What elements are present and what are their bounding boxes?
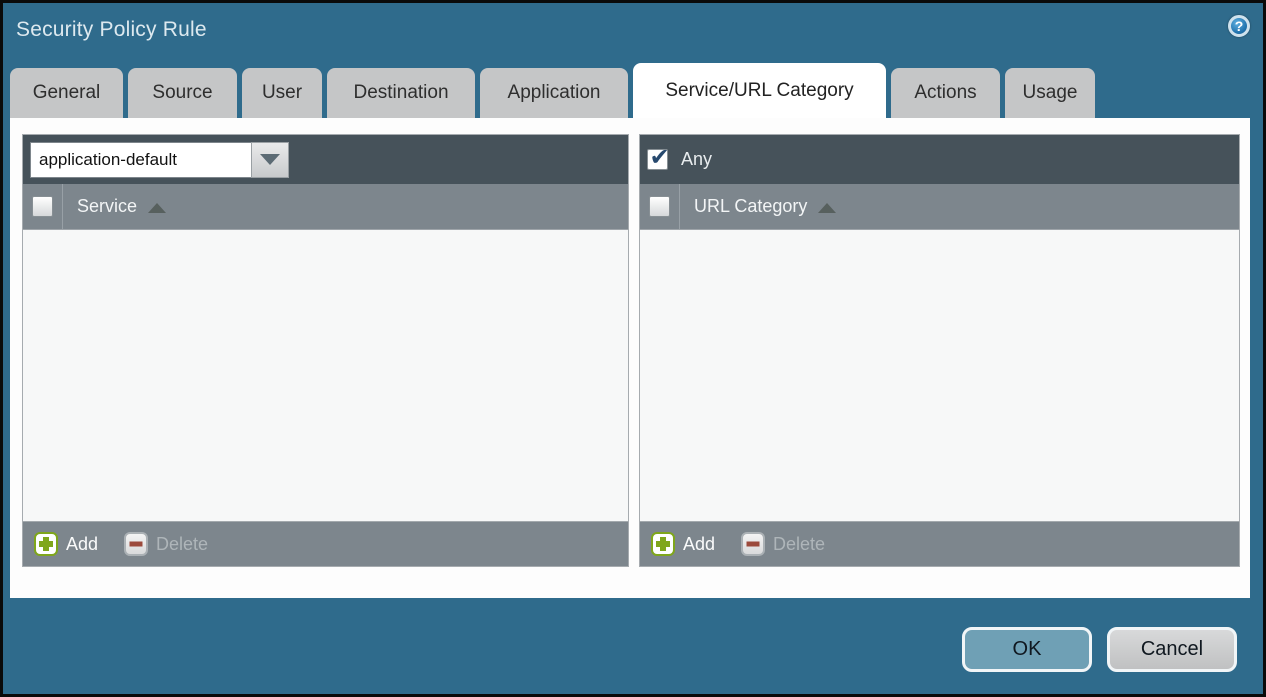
help-question-glyph: ? — [1235, 19, 1244, 33]
service-list-body — [23, 230, 628, 521]
url-category-grid-header: URL Category — [640, 184, 1239, 230]
service-delete-button[interactable]: Delete — [124, 532, 208, 556]
service-add-button[interactable]: Add — [34, 532, 98, 556]
add-button-label: Add — [66, 534, 98, 555]
cancel-button[interactable]: Cancel — [1107, 627, 1237, 672]
url-category-column-header[interactable]: URL Category — [694, 196, 836, 217]
url-category-select-all-column — [640, 184, 680, 229]
tab-destination[interactable]: Destination — [327, 68, 475, 118]
url-category-panel: ✔ Any URL Category Add — [639, 134, 1240, 567]
help-icon[interactable]: ? — [1228, 15, 1250, 37]
tab-general[interactable]: General — [10, 68, 123, 118]
url-category-panel-footer: Add Delete — [640, 521, 1239, 566]
tab-application[interactable]: Application — [480, 68, 628, 118]
url-category-select-all-checkbox[interactable] — [649, 196, 670, 217]
url-category-delete-button[interactable]: Delete — [741, 532, 825, 556]
delete-icon — [124, 532, 148, 556]
tab-source[interactable]: Source — [128, 68, 237, 118]
checkmark-icon: ✔ — [649, 145, 669, 169]
delete-button-label: Delete — [773, 534, 825, 555]
add-icon — [651, 532, 675, 556]
url-category-column-label: URL Category — [694, 196, 807, 217]
add-button-label: Add — [683, 534, 715, 555]
service-type-dropdown-button[interactable] — [251, 142, 289, 178]
service-panel: Service Add Delete — [22, 134, 629, 567]
url-category-add-button[interactable]: Add — [651, 532, 715, 556]
service-type-input[interactable] — [30, 142, 251, 178]
any-checkbox-label: Any — [681, 149, 712, 170]
any-checkbox[interactable]: ✔ — [647, 149, 668, 170]
service-type-dropdown — [30, 142, 289, 178]
tab-actions[interactable]: Actions — [891, 68, 1000, 118]
tab-usage[interactable]: Usage — [1005, 68, 1095, 118]
sort-ascending-icon — [148, 203, 166, 213]
service-grid-header: Service — [23, 184, 628, 230]
security-policy-rule-dialog: Security Policy Rule ? General Source Us… — [0, 0, 1266, 697]
tab-user[interactable]: User — [242, 68, 322, 118]
add-icon — [34, 532, 58, 556]
service-select-all-column — [23, 184, 63, 229]
dialog-title: Security Policy Rule — [16, 18, 207, 42]
ok-button[interactable]: OK — [962, 627, 1092, 672]
service-column-label: Service — [77, 196, 137, 217]
tab-content-area: Service Add Delete ✔ — [10, 118, 1250, 598]
url-category-panel-toolbar: ✔ Any — [640, 135, 1239, 184]
delete-button-label: Delete — [156, 534, 208, 555]
url-category-list-body — [640, 230, 1239, 521]
service-column-header[interactable]: Service — [77, 196, 166, 217]
tab-bar: General Source User Destination Applicat… — [10, 63, 1095, 118]
delete-icon — [741, 532, 765, 556]
service-panel-footer: Add Delete — [23, 521, 628, 566]
sort-ascending-icon — [818, 203, 836, 213]
dropdown-arrow-icon — [260, 154, 280, 165]
tab-service-url-category[interactable]: Service/URL Category — [633, 63, 886, 118]
service-select-all-checkbox[interactable] — [32, 196, 53, 217]
service-panel-toolbar — [23, 135, 628, 184]
